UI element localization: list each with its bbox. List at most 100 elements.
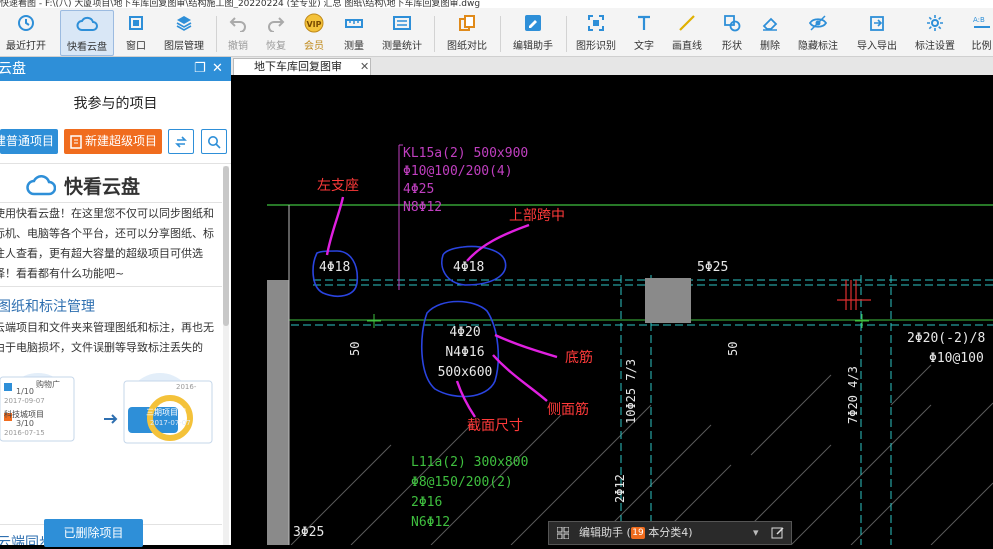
new-super-project-button[interactable]: 新建超级项目 xyxy=(64,129,162,154)
rebar-label-right: 5Φ25 xyxy=(697,260,729,275)
right-rebar-label: 2Φ20(-2)/8 Φ10@100 xyxy=(907,329,985,369)
undo-icon xyxy=(227,12,249,34)
section-drawing-annotation-title: 图纸和标注管理 xyxy=(0,299,95,315)
measure-stats-label: 测量统计 xyxy=(382,41,422,52)
delete-label: 删除 xyxy=(760,41,780,52)
shape-recognize-icon xyxy=(585,12,607,34)
cloud-brand-name: 快看云盘 xyxy=(64,176,141,198)
deleted-projects-button[interactable]: 已删除项目 xyxy=(44,519,143,547)
section-label: 4Φ20 N4Φ16 500x600 xyxy=(435,323,495,383)
undo-label: 撤销 xyxy=(228,41,248,52)
scale-button[interactable]: A:B 比例 xyxy=(970,10,993,54)
svg-text:A:B: A:B xyxy=(973,16,985,24)
cloud-panel-title: 云盘 xyxy=(0,61,26,77)
illus-card-count: 1/10 xyxy=(16,387,34,396)
beam2-label-line: L11a(2) 300x800 xyxy=(411,455,529,470)
sync-button[interactable] xyxy=(168,129,194,154)
vip-button[interactable]: VIP 会员 xyxy=(300,10,328,54)
draw-line-button[interactable]: 画直线 xyxy=(668,10,706,54)
shape-recognize-label: 图形识别 xyxy=(576,41,616,52)
annotation-settings-button[interactable]: 标注设置 xyxy=(910,10,960,54)
illus-card2-date: 2017-07-07 xyxy=(150,419,191,427)
scale-label: 比例 xyxy=(971,41,992,52)
rebar-label-bottom-left: 3Φ25 xyxy=(293,525,325,540)
tab-drawing-label: 地下车库回复图审 xyxy=(254,60,342,73)
beam-label-line: Φ10@100/200(4) xyxy=(403,164,513,179)
beam-label-line: 4Φ25 xyxy=(403,182,435,197)
cloud-panel: 云盘 ❐ ✕ 我参与的项目 建普通项目 新建超级项目 快看云盘 使用快看云盘！在… xyxy=(0,57,231,547)
measure-stats-button[interactable]: 测量统计 xyxy=(378,10,426,54)
beam2-label-line: 2Φ16 xyxy=(411,495,443,510)
measure-button[interactable]: 测量 xyxy=(338,10,370,54)
layer-manage-button[interactable]: 图层管理 xyxy=(160,10,208,54)
hide-annotation-label: 隐藏标注 xyxy=(798,41,838,52)
beam2-label-line: Φ8@150/200(2) xyxy=(411,475,513,490)
panel-scrollbar[interactable] xyxy=(223,166,229,545)
compare-icon xyxy=(456,12,478,34)
edit-assistant-bar[interactable]: 编辑助手 (19 本分类4) 19 ▾ xyxy=(548,521,792,545)
layers-icon xyxy=(173,12,195,34)
edit-icon[interactable] xyxy=(771,522,785,544)
annotation-settings-icon xyxy=(924,12,946,34)
beam-label-line: KL15a(2) 500x900 xyxy=(403,146,529,161)
divider xyxy=(0,286,222,287)
new-super-project-label: 新建超级项目 xyxy=(85,134,158,148)
toolbar-divider xyxy=(500,16,501,52)
drawing-canvas[interactable]: KL15a(2) 500x900 Φ10@100/200(4) 4Φ25 N8Φ… xyxy=(231,75,993,546)
shape-recognize-button[interactable]: 图形识别 xyxy=(572,10,620,54)
layer-manage-label: 图层管理 xyxy=(164,41,204,52)
delete-button[interactable]: 删除 xyxy=(754,10,786,54)
redo-button[interactable]: 恢复 xyxy=(262,10,290,54)
search-button[interactable] xyxy=(201,129,227,154)
beam-label-l11: L11a(2) 300x800 Φ8@150/200(2) 2Φ16 N6Φ12 xyxy=(411,453,528,533)
recent-open-button[interactable]: 最近打开 xyxy=(2,10,50,54)
annotation-bottom-rebar[interactable]: 底筋 xyxy=(565,347,593,367)
annotation-settings-label: 标注设置 xyxy=(915,41,955,52)
import-export-icon xyxy=(866,12,888,34)
restore-window-icon[interactable]: ❐ xyxy=(194,57,206,81)
window-icon xyxy=(125,12,147,34)
annotation-top-mid-span[interactable]: 上部跨中 xyxy=(509,205,565,225)
redo-icon xyxy=(265,12,287,34)
measure-icon xyxy=(343,12,365,34)
undo-button[interactable]: 撤销 xyxy=(224,10,252,54)
new-project-icon xyxy=(70,129,82,154)
window-title: 快速看图 - F:\(八) 大厦项目\地下车库回复图审\结构施工图_202202… xyxy=(0,0,993,8)
history-icon xyxy=(15,12,37,34)
tab-drawing[interactable]: 地下车库回复图审 ✕ xyxy=(233,58,371,75)
dropdown-arrow-icon[interactable]: ▾ xyxy=(753,522,759,544)
text-tool-button[interactable]: 文字 xyxy=(628,10,660,54)
edit-assistant-button[interactable]: 编辑助手 xyxy=(508,10,558,54)
new-normal-project-button[interactable]: 建普通项目 xyxy=(0,129,58,154)
count-badge: 19 xyxy=(631,527,645,539)
drawing-compare-button[interactable]: 图纸对比 xyxy=(442,10,492,54)
text-icon xyxy=(633,12,655,34)
right-rebar-line: 2Φ20(-2)/8 xyxy=(907,331,986,346)
hide-annotation-icon xyxy=(807,12,829,34)
drawing-compare-label: 图纸对比 xyxy=(447,41,487,52)
cloud-disk-button[interactable]: 快看云盘 xyxy=(60,10,114,56)
annotation-side-rebar[interactable]: 侧面筋 xyxy=(547,399,589,419)
toolbar-divider xyxy=(434,16,435,52)
illus-card2-title: 三期项目图 xyxy=(146,408,186,417)
grid-icon xyxy=(556,522,570,544)
import-export-button[interactable]: 导入导出 xyxy=(852,10,902,54)
svg-text:VIP: VIP xyxy=(306,20,321,29)
tab-close-icon[interactable]: ✕ xyxy=(360,59,369,75)
annotation-section-size[interactable]: 截面尺寸 xyxy=(467,415,523,435)
new-normal-project-label: 建普通项目 xyxy=(0,134,54,148)
markup-arrows xyxy=(325,196,558,418)
annotation-left-support[interactable]: 左支座 xyxy=(317,175,359,195)
rebar-label-mid: 4Φ18 xyxy=(453,260,485,275)
shape-tool-button[interactable]: 形状 xyxy=(716,10,748,54)
section-drawing-annotation-text: 云端项目和文件夹来管理图纸和标注，再也无由于电脑损坏，文件误删等导致标注丢失的 xyxy=(0,321,214,354)
text-tool-label: 文字 xyxy=(634,41,654,52)
scale-icon: A:B xyxy=(971,12,993,34)
window-button[interactable]: 窗口 xyxy=(120,10,152,54)
panel-scroll-thumb[interactable] xyxy=(223,166,229,326)
hide-annotation-button[interactable]: 隐藏标注 xyxy=(794,10,842,54)
sync-icon xyxy=(175,135,187,148)
vertical-label: 50 xyxy=(726,341,740,356)
close-icon[interactable]: ✕ xyxy=(212,57,223,81)
right-rebar-line: Φ10@100 xyxy=(929,351,984,366)
